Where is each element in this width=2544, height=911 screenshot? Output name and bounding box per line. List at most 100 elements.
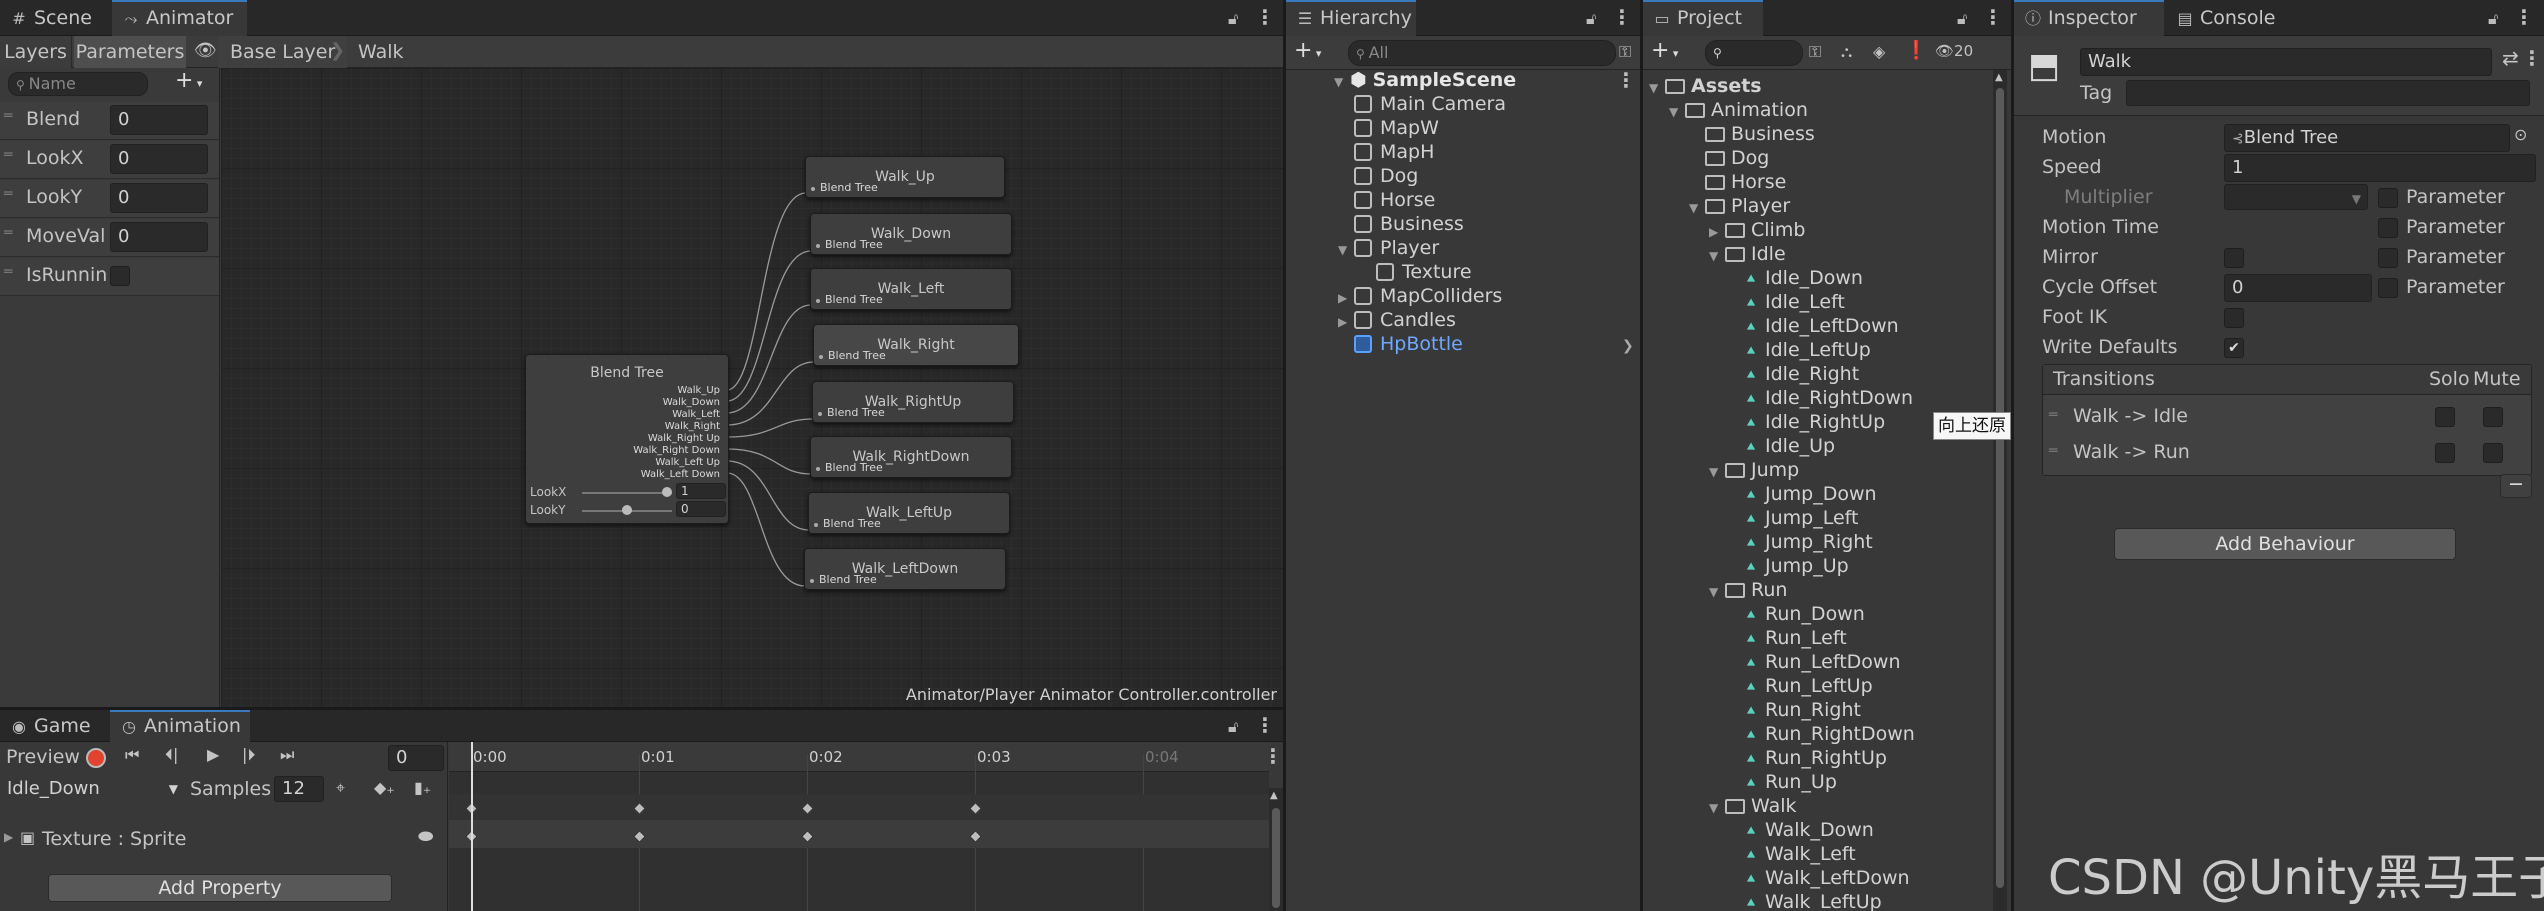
parameter-bool-checkbox[interactable] [110,266,130,286]
motion-node[interactable]: Walk_RightDown Blend Tree [810,436,1012,478]
transition-row[interactable]: ═ Walk -> Idle [2043,401,2531,435]
project-item[interactable]: ⯅ Idle_Down [1729,266,1863,290]
project-item[interactable]: ⯅ Idle_LeftUp [1729,338,1871,362]
lookx-slider-thumb[interactable] [662,487,672,497]
search-by-type-icon[interactable]: ⚿ [1809,42,1821,62]
hierarchy-item[interactable]: Business [1338,212,1464,236]
project-item[interactable]: ▼ Idle [1709,242,1786,266]
lookx-value[interactable]: 1 [676,483,726,499]
animator-graph[interactable]: Blend Tree Walk_Up Walk_Down Walk_Left Walk… [221,68,1283,707]
mirror-checkbox[interactable] [2224,248,2244,268]
drag-handle-icon[interactable]: ═ [4,264,12,280]
expand-arrow-icon[interactable]: ▶ [4,830,13,844]
drag-handle-icon[interactable]: ═ [4,147,12,163]
tab-layers[interactable]: Layers [0,36,72,68]
project-item[interactable]: ⯅ Idle_Left [1729,290,1845,314]
project-item[interactable]: ⯅ Run_LeftUp [1729,674,1873,698]
chevron-right-icon[interactable]: ❯ [1622,338,1634,354]
project-item[interactable]: ⯅ Run_Right [1729,698,1861,722]
parameter-value-input[interactable]: 0 [110,222,208,252]
hierarchy-item[interactable]: Dog [1338,164,1418,188]
expand-arrow-icon[interactable]: ▶ [1338,310,1354,334]
mirror-parameter-checkbox[interactable] [2378,248,2398,268]
scroll-up-icon[interactable]: ▲ [1270,790,1278,801]
motion-node[interactable]: Walk_RightUp Blend Tree [812,381,1014,423]
motion-node[interactable]: Walk_Right Blend Tree [813,324,1019,366]
preview-button[interactable]: Preview [2,744,84,770]
solo-checkbox[interactable] [2435,443,2455,463]
project-item[interactable]: ⯅ Run_Up [1729,770,1837,794]
playhead[interactable] [471,742,473,911]
project-item[interactable]: ⯅ Idle_Up [1729,434,1835,458]
hierarchy-item[interactable]: MapW [1338,116,1439,140]
warning-icon[interactable]: ❗ [1905,40,1927,61]
drag-handle-icon[interactable]: ═ [4,186,12,202]
hierarchy-item[interactable]: Main Camera [1338,92,1506,116]
solo-checkbox[interactable] [2435,407,2455,427]
looky-value[interactable]: 0 [676,501,726,517]
parameter-search-input[interactable]: ⚲ Name [8,72,148,96]
parameter-row[interactable]: ═ IsRunning [0,258,219,296]
drag-handle-icon[interactable]: ═ [2049,443,2057,459]
expand-arrow-icon[interactable]: ▼ [1709,796,1725,820]
multiplier-dropdown[interactable]: ▼ [2224,184,2368,210]
project-item[interactable]: ⯅ Run_Down [1729,602,1865,626]
remove-transition-button[interactable]: − [2500,474,2532,498]
transition-icon[interactable]: ⇄ [2502,46,2519,70]
parameter-value-input[interactable]: 0 [110,183,208,213]
samples-input[interactable]: 12 [274,776,324,802]
project-item[interactable]: ▼ Assets [1649,74,1762,98]
project-item[interactable]: ⯅ Jump_Right [1729,530,1873,554]
tab-scene[interactable]: # Scene [0,0,108,36]
project-scrollbar[interactable]: ▲ [1993,70,2007,911]
tab-console[interactable]: ▤ Console [2166,0,2316,36]
search-options-icon[interactable]: ⚿ [1619,42,1631,62]
drag-handle-icon[interactable]: ═ [2049,407,2057,423]
project-search-input[interactable]: ⚲ [1705,40,1803,66]
project-item[interactable]: ⯅ Run_RightUp [1729,746,1887,770]
hierarchy-item[interactable]: ▶ MapColliders [1338,284,1502,308]
tab-parameters[interactable]: Parameters [74,36,186,68]
timeline[interactable]: 0:00 0:01 0:02 0:03 0:04 [449,742,1269,911]
motion-node[interactable]: Walk_Left Blend Tree [810,268,1012,310]
lock-icon[interactable]: 🔓︎ [1228,717,1238,737]
object-picker-icon[interactable]: ⊙ [2514,125,2527,144]
project-item[interactable]: ⯅ Run_RightDown [1729,722,1915,746]
hierarchy-item[interactable]: HpBottle [1338,332,1463,356]
expand-arrow-icon[interactable]: ▼ [1689,196,1705,220]
tab-animation[interactable]: ◷ Animation [110,710,250,742]
project-item[interactable]: ⯅ Jump_Down [1729,482,1877,506]
scrollbar-thumb[interactable] [1996,88,2004,888]
tag-icon[interactable]: ◈ [1873,42,1885,61]
menu-icon[interactable]: ⋮ [1983,5,2003,29]
breadcrumb-base-layer[interactable]: Base Layer [218,36,348,68]
create-button[interactable]: + ▾ [1294,38,1321,63]
parameter-row[interactable]: ═ Blend 0 [0,102,219,140]
parameter-row[interactable]: ═ LookY 0 [0,180,219,218]
scene-menu-icon[interactable]: ⋮ [1616,68,1636,92]
expand-arrow-icon[interactable]: ▼ [1709,244,1725,268]
hidden-packages-icon[interactable]: 👁︎20 [1935,42,1973,60]
hierarchy-search-input[interactable]: ⚲ All [1348,40,1616,66]
prev-keyframe-icon[interactable]: ⏴︎| [165,745,178,765]
cycle-offset-input[interactable]: 0 [2224,274,2372,302]
expand-arrow-icon[interactable]: ▼ [1338,238,1354,262]
speed-input[interactable]: 1 [2224,154,2536,182]
tab-game[interactable]: ◉ Game [0,710,108,742]
motion-node[interactable]: Walk_Up Blend Tree [805,156,1005,198]
breadcrumb-walk[interactable]: Walk [346,36,416,68]
cycle-offset-parameter-checkbox[interactable] [2378,278,2398,298]
project-item[interactable]: ⯅ Walk_LeftDown [1729,866,1910,890]
project-item[interactable]: ⯅ Run_Left [1729,626,1847,650]
tab-project[interactable]: ▭ Project [1643,0,1763,36]
lock-icon[interactable]: 🔓︎ [1586,9,1596,29]
motion-node[interactable]: Walk_Down Blend Tree [810,213,1012,255]
expand-arrow-icon[interactable]: ▼ [1669,100,1685,124]
project-item[interactable]: ▶ Climb [1709,218,1805,242]
scrollbar-thumb[interactable] [1272,808,1280,908]
tag-input[interactable] [2126,80,2530,106]
tab-animator[interactable]: ⤳ Animator [112,0,247,36]
project-item[interactable]: ▼ Player [1689,194,1790,218]
project-item[interactable]: ⯅ Idle_RightDown [1729,386,1913,410]
project-item[interactable]: ⯅ Run_LeftDown [1729,650,1901,674]
